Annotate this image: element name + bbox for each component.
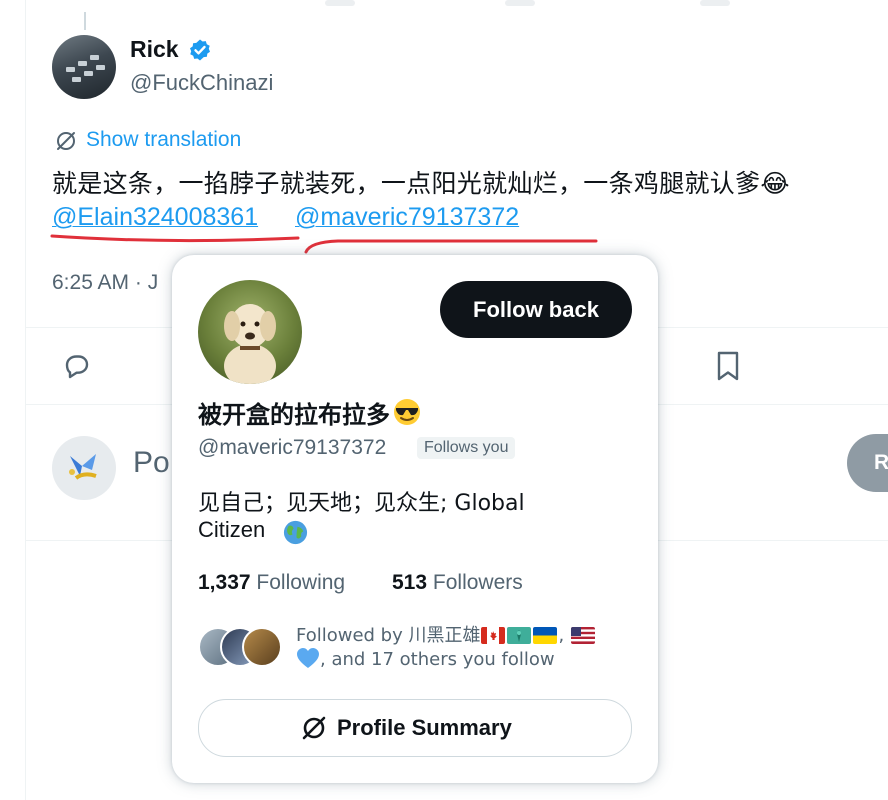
profile-summary-label: Profile Summary (337, 715, 512, 740)
reply-button-label: R (874, 451, 888, 474)
author-handle[interactable]: @FuckChinazi (130, 70, 273, 96)
followed-by-separator: , (558, 625, 565, 646)
followed-by-label: Followed by 川黑正雄 (296, 625, 481, 646)
statue-of-liberty-icon (507, 627, 532, 644)
followers-count: 513 (392, 571, 428, 594)
tweet-text: 就是这条，一掐脖子就装死，一点阳光就灿烂，一条鸡腿就认爹😂 (52, 169, 790, 198)
show-translation-link[interactable]: Show translation (86, 128, 241, 152)
globe-icon (283, 520, 308, 545)
current-user-avatar[interactable] (52, 436, 116, 500)
author-avatar[interactable] (52, 35, 116, 99)
timeline-border (25, 0, 26, 800)
followers-stat[interactable]: 513 Followers (392, 571, 523, 595)
ukraine-flag-icon (533, 627, 558, 644)
blue-heart-icon (297, 648, 319, 668)
followed-by-text-continued[interactable]: , and 17 others you follow (296, 647, 555, 670)
followers-label: Followers (432, 571, 523, 594)
follow-back-button[interactable]: Follow back (440, 281, 632, 338)
profile-avatar[interactable] (198, 280, 302, 384)
tweet-timestamp[interactable]: 6:25 AM · J (52, 271, 158, 295)
sunglasses-face-icon (394, 399, 420, 425)
profile-bio: Citizen (198, 517, 266, 542)
bookmark-icon[interactable] (714, 350, 742, 382)
follower-avatar[interactable] (242, 627, 282, 667)
thread-connector (84, 12, 86, 30)
author-name[interactable]: Rick (130, 36, 179, 63)
us-flag-icon (570, 627, 595, 644)
profile-display-name-text: 被开盒的拉布拉多 (198, 401, 390, 429)
canada-flag-icon (481, 627, 506, 644)
profile-hover-card: Follow back 被开盒的拉布拉多 @maveric79137372 Fo… (172, 255, 658, 783)
profile-handle[interactable]: @maveric79137372 (198, 436, 386, 460)
compose-input[interactable]: Po (133, 446, 170, 480)
verified-badge-icon (190, 39, 210, 61)
reply-icon[interactable] (60, 350, 92, 382)
following-stat[interactable]: 1,337 Following (198, 571, 345, 595)
follows-you-badge: Follows you (417, 437, 516, 459)
red-underline-annotation (50, 234, 598, 254)
followed-by-others: , and 17 others you follow (320, 649, 555, 670)
grok-icon (302, 716, 326, 740)
profile-summary-button[interactable]: Profile Summary (198, 699, 632, 757)
profile-display-name[interactable]: 被开盒的拉布拉多 (198, 395, 422, 430)
reply-button[interactable]: R (847, 434, 888, 492)
following-label: Following (256, 571, 346, 594)
profile-bio: 见自己；见天地；见众生; Global (198, 491, 525, 516)
translate-icon (57, 132, 75, 150)
following-count: 1,337 (198, 571, 251, 594)
followed-by-text[interactable]: Followed by 川黑正雄, (296, 621, 596, 647)
